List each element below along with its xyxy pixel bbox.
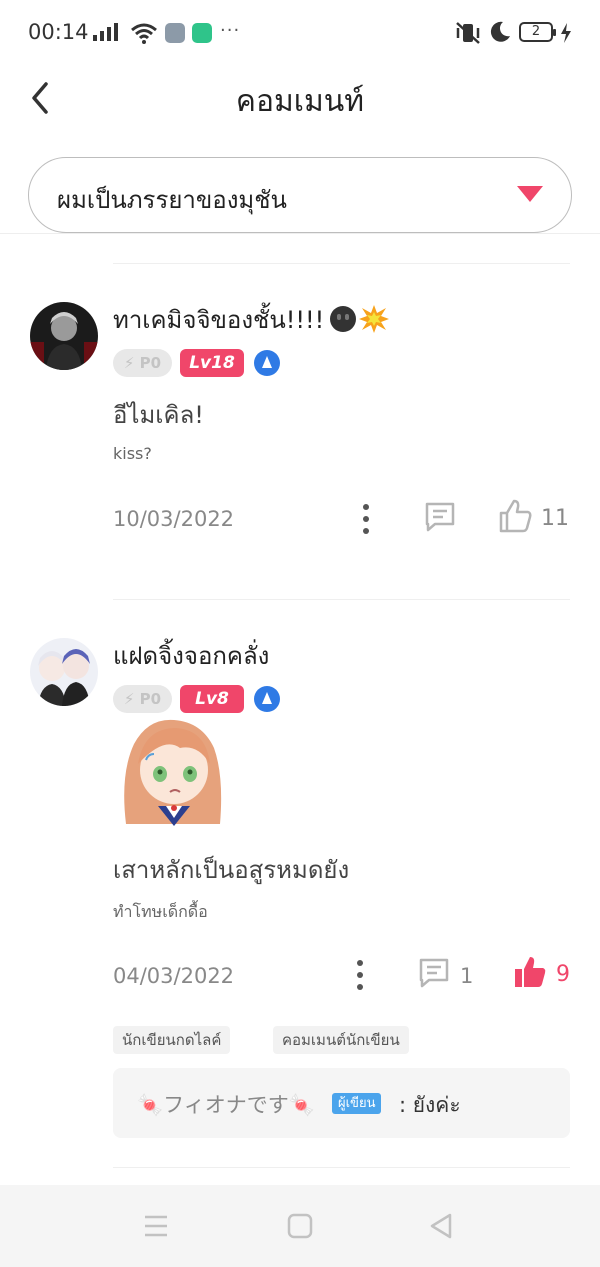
points-badge: ⚡ P0 — [113, 685, 172, 713]
wifi-icon — [131, 23, 157, 44]
author-liked-tag[interactable]: นักเขียนกดไลค์ — [113, 1026, 231, 1054]
back-nav-icon[interactable] — [426, 1211, 458, 1241]
menu-icon[interactable] — [140, 1211, 172, 1241]
vibrate-off-icon — [456, 22, 480, 44]
reply-icon[interactable] — [423, 500, 457, 534]
caret-down-icon — [517, 186, 543, 202]
header: คอมเมนท์ — [0, 66, 600, 130]
author-reply[interactable]: 🍬フィオナです🍬 ผู้เขียน : ยังค่ะ — [113, 1068, 570, 1138]
more-options-button[interactable] — [348, 958, 372, 992]
episode-filter-dropdown[interactable]: ผมเป็นภรรยาของมุชัน — [28, 157, 572, 233]
avatar[interactable] — [30, 638, 98, 706]
points-badge: ⚡ P0 — [113, 349, 172, 377]
like-count: 9 — [556, 962, 570, 987]
like-filled-icon[interactable] — [512, 954, 548, 990]
comment-date: 04/03/2022 — [113, 964, 235, 988]
reply-count: 1 — [460, 964, 474, 988]
reply-icon[interactable] — [417, 956, 451, 990]
system-navigation-bar — [0, 1185, 600, 1267]
chat-notification-icon — [192, 23, 212, 43]
avatar-image — [30, 302, 98, 370]
collision-emoji-icon — [359, 305, 390, 333]
verified-icon — [254, 350, 280, 376]
like-count: 11 — [541, 506, 569, 531]
anime-girl-sticker — [124, 719, 222, 826]
author-comment-tag[interactable]: คอมเมนต์นักเขียน — [273, 1026, 409, 1054]
more-notifications-icon: ··· — [220, 20, 241, 41]
reply-author[interactable]: 🍬フィオナです🍬 — [137, 1089, 315, 1119]
divider — [0, 233, 600, 234]
avatar[interactable] — [30, 302, 98, 370]
comment-text: อีไมเคิล! — [113, 401, 204, 429]
signal-icon — [93, 23, 118, 41]
home-icon[interactable] — [284, 1211, 316, 1241]
divider — [113, 1167, 570, 1168]
charging-icon — [561, 23, 571, 43]
comment-username[interactable]: ทาเคมิจจิของชั้น!!!! — [113, 300, 390, 339]
comment-text: เสาหลักเป็นอสูรหมดยัง — [113, 856, 350, 884]
status-bar: 00:14 ··· 2 — [0, 0, 600, 66]
battery-icon: 2 — [519, 22, 556, 42]
do-not-disturb-icon — [490, 21, 510, 42]
verified-icon — [254, 686, 280, 712]
like-icon[interactable] — [497, 498, 533, 534]
avatar-image — [30, 638, 98, 706]
comment-date: 10/03/2022 — [113, 507, 235, 531]
comment-username[interactable]: แฝดจิ้งจอกคลั่ง — [113, 636, 269, 675]
level-badge: Lv18 — [180, 349, 244, 377]
dropdown-selected-label: ผมเป็นภรรยาของมุชัน — [57, 186, 287, 214]
level-badge: Lv8 — [180, 685, 244, 713]
page-title: คอมเมนท์ — [235, 84, 365, 119]
writer-badge: ผู้เขียน — [332, 1093, 382, 1114]
divider — [113, 263, 570, 264]
dark-face-emoji-icon — [330, 306, 357, 332]
divider — [113, 599, 570, 600]
reply-text: : ยังค่ะ — [399, 1093, 461, 1117]
status-time: 00:14 — [28, 20, 89, 44]
comment-quote: ทำโทษเด็กดื้อ — [113, 902, 208, 921]
more-options-button[interactable] — [354, 502, 378, 536]
comment-quote: kiss? — [113, 444, 152, 463]
app-notification-icon — [165, 23, 185, 43]
